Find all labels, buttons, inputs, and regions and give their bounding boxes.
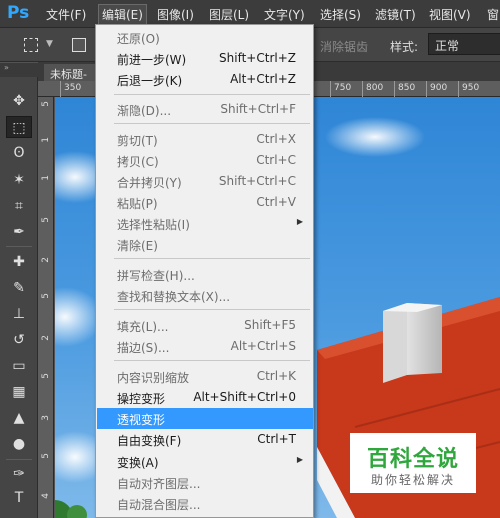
menu-item-perspective-warp[interactable]: 透视变形 (97, 408, 313, 429)
move-icon[interactable]: ✥ (6, 90, 32, 112)
eyedropper-icon[interactable]: ✒ (6, 221, 32, 243)
blur-icon[interactable]: ▲ (6, 407, 32, 429)
ruler-label: 5 (41, 217, 51, 223)
ruler-label: 5 (41, 373, 51, 379)
ruler-label: 2 (41, 335, 51, 341)
menu-item-clear[interactable]: 清除(E) (97, 234, 313, 255)
chimney-front (407, 303, 442, 375)
ruler-tick (426, 81, 427, 97)
menu-item-fade[interactable]: 渐隐(D)... Shift+Ctrl+F (97, 99, 313, 120)
menu-item-step-forward[interactable]: 前进一步(W) Shift+Ctrl+Z (97, 48, 313, 69)
ruler-tick (330, 81, 331, 97)
magic-wand-icon[interactable]: ✶ (6, 169, 32, 191)
ruler-tick (60, 81, 61, 97)
marquee-preset-icon[interactable] (24, 38, 38, 52)
menu-item-paste[interactable]: 粘贴(P) Ctrl+V (97, 192, 313, 213)
chimney-side (383, 303, 407, 383)
brush-icon[interactable]: ✎ (6, 277, 32, 299)
tools-panel: » ✥ ⬚ ʘ ✶ ⌗ ✒ ✚ ✎ ⊥ ↺ ▭ ▦ ▲ ● ✑ T (0, 63, 38, 518)
chevron-down-icon[interactable]: ▼ (46, 39, 53, 49)
ruler-label: 950 (462, 83, 480, 93)
menu-layer[interactable]: 图层(L) (209, 6, 249, 23)
menu-separator (114, 94, 310, 95)
menu-item-stroke[interactable]: 描边(S)... Alt+Ctrl+S (97, 336, 313, 357)
menu-item-copy[interactable]: 拷贝(C) Ctrl+C (97, 150, 313, 171)
pen-icon[interactable]: ✑ (6, 463, 32, 485)
style-select[interactable]: 正常 (428, 33, 500, 55)
ruler-label: 3 (41, 415, 51, 421)
marquee-icon[interactable]: ⬚ (6, 116, 32, 138)
ruler-label: 5 (41, 101, 51, 107)
ruler-label: 5 (41, 293, 51, 299)
submenu-arrow-icon: ▶ (296, 455, 303, 464)
document-tab[interactable]: 未标题- (44, 64, 96, 81)
history-brush-icon[interactable]: ↺ (6, 329, 32, 351)
gradient-icon[interactable]: ▦ (6, 381, 32, 403)
edit-menu-dropdown: 还原(O) 前进一步(W) Shift+Ctrl+Z 后退一步(K) Alt+Ctr… (95, 24, 314, 518)
crop-icon[interactable]: ⌗ (6, 195, 32, 217)
ruler-label: 5 (41, 453, 51, 459)
menu-item-auto-align-layers[interactable]: 自动对齐图层... (97, 472, 313, 493)
ruler-label: 850 (398, 83, 416, 93)
menu-separator (114, 360, 310, 361)
menu-select[interactable]: 选择(S) (320, 6, 361, 23)
ruler-label: 1 (41, 175, 51, 181)
menu-window[interactable]: 窗 (487, 6, 499, 23)
lasso-icon[interactable]: ʘ (6, 142, 32, 164)
menu-type[interactable]: 文字(Y) (264, 6, 305, 23)
style-label: 样式: (390, 40, 419, 54)
vertical-ruler: 5 1 1 5 2 5 2 5 3 5 4 (38, 97, 54, 518)
ruler-tick (362, 81, 363, 97)
ruler-tick (458, 81, 459, 97)
type-icon[interactable]: T (6, 487, 32, 509)
ruler-label: 350 (64, 83, 82, 93)
menu-item-copy-merged[interactable]: 合并拷贝(Y) Shift+Ctrl+C (97, 171, 313, 192)
menu-item-cut[interactable]: 剪切(T) Ctrl+X (97, 129, 313, 150)
panel-collapse-icon[interactable]: » (0, 63, 38, 77)
antialias-checkbox-label[interactable]: 消除锯齿 (320, 38, 368, 55)
eraser-icon[interactable]: ▭ (6, 355, 32, 377)
menu-separator (114, 258, 310, 259)
toolbar-divider (6, 459, 32, 460)
menu-item-undo[interactable]: 还原(O) (97, 27, 313, 48)
menu-filter[interactable]: 滤镜(T) (375, 6, 416, 23)
healing-brush-icon[interactable]: ✚ (6, 251, 32, 273)
ruler-label: 1 (41, 137, 51, 143)
menu-item-find-replace[interactable]: 查找和替换文本(X)... (97, 285, 313, 306)
menu-image[interactable]: 图像(I) (157, 6, 194, 23)
submenu-arrow-icon: ▶ (296, 217, 303, 226)
menu-item-puppet-warp[interactable]: 操控变形 Alt+Shift+Ctrl+0 (97, 387, 313, 408)
cloud (325, 117, 425, 157)
menu-item-spell-check[interactable]: 拼写检查(H)... (97, 264, 313, 285)
photoshop-logo: Ps (7, 3, 30, 23)
menu-item-free-transform[interactable]: 自由变换(F) Ctrl+T (97, 429, 313, 450)
menu-item-fill[interactable]: 填充(L)... Shift+F5 (97, 315, 313, 336)
ruler-tick (394, 81, 395, 97)
ruler-label: 900 (430, 83, 448, 93)
menu-item-transform[interactable]: 变换(A) ▶ (97, 451, 313, 472)
menu-separator (114, 309, 310, 310)
dodge-icon[interactable]: ● (6, 433, 32, 455)
ruler-label: 2 (41, 257, 51, 263)
menu-item-paste-special[interactable]: 选择性粘贴(I) ▶ (97, 213, 313, 234)
toolbar-divider (6, 246, 32, 247)
watermark-title: 百科全说 (366, 447, 459, 472)
menu-separator (114, 123, 310, 124)
menu-edit[interactable]: 编辑(E) (98, 4, 147, 25)
menu-file[interactable]: 文件(F) (46, 6, 86, 23)
ruler-label: 750 (334, 83, 352, 93)
ruler-label: 4 (41, 493, 51, 499)
menu-item-step-backward[interactable]: 后退一步(K) Alt+Ctrl+Z (97, 69, 313, 90)
watermark-badge: 百科全说 助你轻松解决 (350, 433, 476, 493)
clone-stamp-icon[interactable]: ⊥ (6, 303, 32, 325)
watermark-subtitle: 助你轻松解决 (370, 473, 455, 487)
new-selection-icon[interactable] (72, 38, 86, 52)
menu-item-auto-blend-layers[interactable]: 自动混合图层... (97, 493, 313, 514)
menu-item-content-aware-scale[interactable]: 内容识别缩放 Ctrl+K (97, 366, 313, 387)
menu-view[interactable]: 视图(V) (429, 6, 471, 23)
ruler-label: 800 (366, 83, 384, 93)
